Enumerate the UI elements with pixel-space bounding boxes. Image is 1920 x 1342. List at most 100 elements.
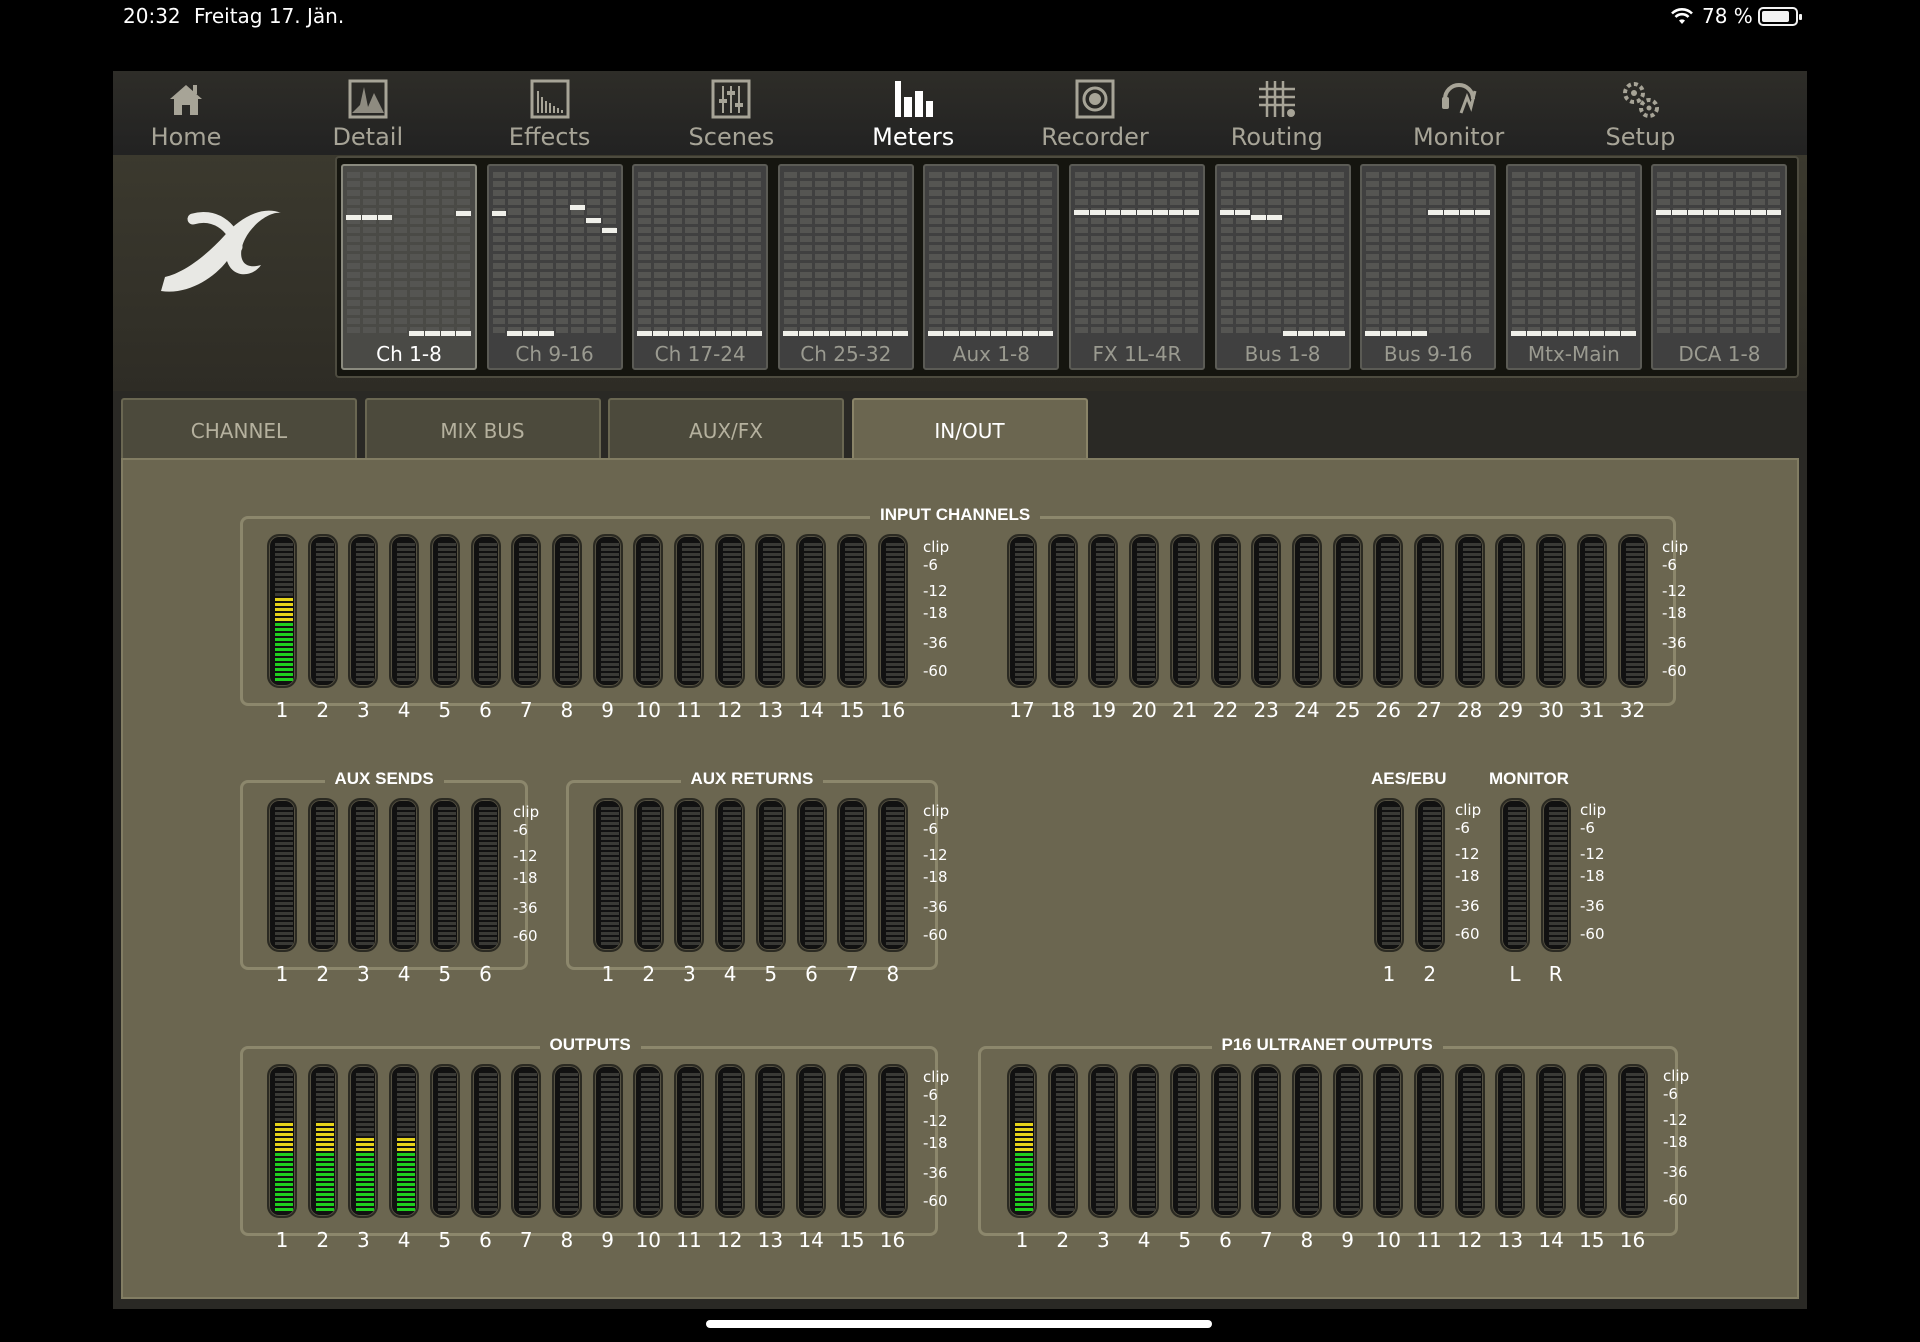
channel-bank-strip: Ch 1-8 Ch 9-16 Ch 17-24 Ch 25-32 Aux 1-8 FX 1…: [335, 156, 1799, 378]
meter-segment: [478, 892, 497, 895]
mini-seg: [976, 226, 990, 233]
meter-segment: [600, 568, 619, 571]
mini-seg: [1511, 217, 1525, 224]
meter-segment: [885, 638, 904, 641]
mini-seg: [638, 290, 651, 297]
tab-aux-fx[interactable]: AUX/FX: [608, 398, 844, 460]
meter-segment: [641, 1113, 660, 1116]
meter-segment: [885, 1168, 904, 1171]
meter-segment: [1508, 862, 1526, 865]
nav-detail[interactable]: Detail: [288, 71, 448, 155]
tab-mix-bus[interactable]: MIX BUS: [364, 398, 601, 460]
nav-scenes[interactable]: Scenes: [651, 71, 811, 155]
bank-tile-7[interactable]: Bus 9-16: [1360, 164, 1497, 370]
meter-segment: [1096, 648, 1115, 651]
mini-seg: [1283, 190, 1297, 197]
meter-segment: [315, 573, 334, 576]
bank-tile-4[interactable]: Aux 1-8: [923, 164, 1060, 370]
fader-marker: [1137, 209, 1152, 215]
meter-segment: [1381, 1173, 1400, 1176]
mini-seg: [571, 290, 585, 297]
mini-seg: [425, 281, 439, 288]
mini-seg: [1736, 244, 1749, 251]
nav-effects[interactable]: Effects: [470, 71, 630, 155]
meter-segment: [1462, 1108, 1481, 1111]
tab-in-out[interactable]: IN/OUT: [851, 398, 1088, 460]
meter-segment: [1055, 558, 1074, 561]
bank-tile-5[interactable]: FX 1L-4R: [1069, 164, 1205, 370]
meter-segment: [1422, 867, 1441, 870]
meter-segment: [641, 1143, 660, 1146]
meter-segment: [559, 598, 578, 601]
mini-seg: [1169, 272, 1183, 279]
mini-seg: [945, 181, 958, 188]
meter-segment: [1137, 568, 1156, 571]
meter-segment: [1340, 573, 1359, 576]
mini-seg: [1299, 317, 1313, 324]
mini-seg: [716, 181, 730, 188]
mini-seg: [1008, 290, 1021, 297]
input-ch-b-meter-10: [1373, 534, 1404, 688]
bank-tile-2[interactable]: Ch 17-24: [632, 164, 769, 370]
home-indicator[interactable]: [706, 1320, 1212, 1328]
meter-segment: [1015, 633, 1033, 636]
nav-monitor[interactable]: Monitor: [1379, 71, 1539, 155]
meter-segment: [1382, 867, 1400, 870]
nav-home[interactable]: Home: [106, 71, 266, 155]
meter-segment: [1584, 553, 1603, 556]
mini-seg: [669, 217, 683, 224]
meter-segment: [804, 807, 823, 810]
meter-segment: [1177, 1148, 1196, 1151]
meter-segment: [885, 673, 904, 676]
mini-seg: [976, 235, 990, 242]
meter-segment: [1177, 568, 1196, 571]
meter-segment: [844, 603, 863, 606]
nav-recorder[interactable]: Recorder: [1015, 71, 1175, 155]
meter-segment: [1462, 1083, 1481, 1086]
bank-tile-1[interactable]: Ch 9-16: [486, 164, 623, 370]
mini-seg: [555, 272, 569, 279]
bank-tile-9[interactable]: DCA 1-8: [1651, 164, 1788, 370]
meter-segment: [682, 598, 700, 601]
bank-tile-8[interactable]: Mtx-Main: [1505, 164, 1642, 370]
bank-tile-0[interactable]: Ch 1-8: [341, 164, 477, 370]
meter-segment: [1218, 603, 1237, 606]
mini-seg: [1574, 308, 1588, 315]
meter-segment: [641, 653, 660, 656]
tab-channel[interactable]: CHANNEL: [121, 398, 357, 460]
meter-segment: [1259, 623, 1278, 626]
meter-segment: [1340, 618, 1359, 621]
mini-seg: [1720, 326, 1734, 333]
meter-segment: [1625, 553, 1644, 556]
meter-segment: [1015, 1078, 1033, 1081]
nav-meters[interactable]: Meters: [833, 71, 993, 155]
mini-seg: [1283, 199, 1297, 206]
meter-segment: [1503, 658, 1522, 661]
meter-segment: [437, 1128, 456, 1131]
mini-seg: [362, 290, 376, 297]
meter-segment: [559, 1093, 578, 1096]
mini-seg: [1720, 244, 1734, 251]
mini-seg: [394, 254, 407, 261]
meter-segment: [1340, 1163, 1359, 1166]
mini-seg: [1366, 244, 1379, 251]
mini-seg: [1444, 172, 1458, 179]
mini-seg: [1381, 181, 1395, 188]
meter-segment: [1503, 1083, 1522, 1086]
meter-segment: [641, 1158, 660, 1161]
mini-seg: [1751, 172, 1765, 179]
mini-seg: [960, 290, 974, 297]
meter-segment: [1508, 852, 1526, 855]
bank-tile-3[interactable]: Ch 25-32: [777, 164, 914, 370]
bank-tile-6[interactable]: Bus 1-8: [1214, 164, 1351, 370]
meter-segment: [1584, 1163, 1603, 1166]
meter-segment: [682, 613, 700, 616]
nav-setup[interactable]: Setup: [1560, 71, 1720, 155]
meter-segment: [437, 927, 456, 930]
meter-segment: [641, 638, 660, 641]
nav-routing[interactable]: Routing: [1197, 71, 1357, 155]
mini-seg: [1476, 235, 1490, 242]
meter-segment: [1137, 673, 1156, 676]
scale-label: -60: [1455, 925, 1480, 943]
meter-segment: [763, 842, 782, 845]
